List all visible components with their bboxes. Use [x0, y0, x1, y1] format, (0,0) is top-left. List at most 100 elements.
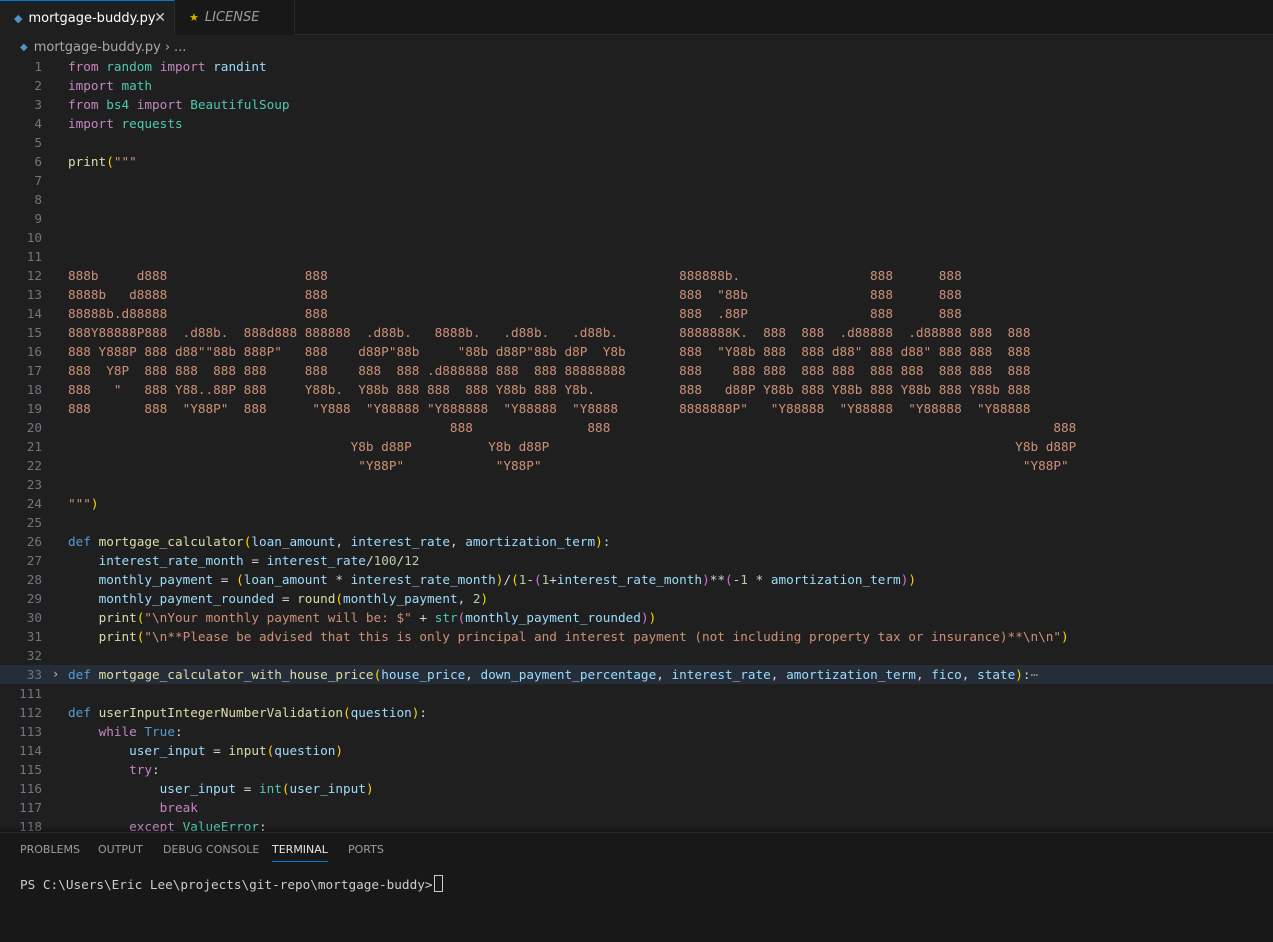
line-number: 9: [34, 211, 42, 226]
code-line[interactable]: 32: [0, 646, 1273, 665]
code-line[interactable]: 27 interest_rate_month = interest_rate/1…: [0, 551, 1273, 570]
code-line[interactable]: 5: [0, 133, 1273, 152]
line-number: 4: [34, 116, 42, 131]
code-text: while True:: [68, 722, 183, 741]
code-text: break: [68, 798, 198, 817]
line-number: 1: [34, 59, 42, 74]
code-line[interactable]: 15 888Y88888P888 .d88b. 888d888 888888 .d…: [0, 323, 1273, 342]
code-line[interactable]: 29 monthly_payment_rounded = round(month…: [0, 589, 1273, 608]
code-token: =: [236, 781, 259, 796]
code-line[interactable]: 8: [0, 190, 1273, 209]
code-line[interactable]: 10: [0, 228, 1273, 247]
code-line[interactable]: 6 print(""": [0, 152, 1273, 171]
tab-label: LICENSE: [204, 10, 260, 25]
code-token: /: [365, 553, 374, 568]
tab-mortgage-buddy[interactable]: ◆ mortgage-buddy.py ✕: [0, 0, 175, 35]
code-token: ): [648, 610, 657, 625]
code-line[interactable]: 111: [0, 684, 1273, 703]
code-token: "Y88P" "Y88P" "Y88P": [68, 458, 1069, 473]
code-line[interactable]: 11: [0, 247, 1273, 266]
code-line[interactable]: 12 888b d888 888 888888b. 888 888: [0, 266, 1273, 285]
fold-chevron-icon[interactable]: ›: [52, 665, 59, 684]
line-number: 2: [34, 78, 42, 93]
code-line[interactable]: 22 "Y88P" "Y88P" "Y88P": [0, 456, 1273, 475]
code-line[interactable]: 113 while True:: [0, 722, 1273, 741]
code-token: ): [640, 610, 649, 625]
code-token: 888 888 888: [68, 420, 1077, 435]
code-text: from random import randint: [68, 57, 267, 76]
code-token: /: [396, 553, 405, 568]
code-line[interactable]: 13 8888b d8888 888 888 "88b 888 888: [0, 285, 1273, 304]
tab-ports[interactable]: PORTS: [348, 843, 384, 856]
code-token: interest_rate: [671, 667, 771, 682]
tab-problems[interactable]: PROBLEMS: [20, 843, 80, 856]
code-token: ): [702, 572, 710, 587]
code-token: monthly_payment: [343, 591, 458, 606]
code-line[interactable]: 33 › def mortgage_calculator_with_house_pr…: [0, 665, 1273, 684]
code-text: 888Y88888P888 .d88b. 888d888 888888 .d88…: [68, 323, 1030, 342]
code-line[interactable]: 117 break: [0, 798, 1273, 817]
code-token: *: [747, 572, 771, 587]
code-line[interactable]: 14 88888b.d88888 888 888 .88P 888 888: [0, 304, 1273, 323]
terminal-cursor: [434, 875, 444, 892]
code-line[interactable]: 16 888 Y888P 888 d88""88b 888P" 888 d88P"…: [0, 342, 1273, 361]
code-text: 888 888 "Y88P" 888 "Y888 "Y88888 "Y88888…: [68, 399, 1030, 418]
code-token: 888 " 888 Y88..88P 888 Y88b. Y88b 888 88…: [68, 382, 1031, 397]
code-line[interactable]: 7: [0, 171, 1273, 190]
code-token: while: [98, 724, 137, 739]
code-line[interactable]: 3 from bs4 import BeautifulSoup: [0, 95, 1273, 114]
chevron-right-icon: ›: [164, 39, 171, 55]
close-icon[interactable]: ✕: [154, 10, 166, 26]
code-line[interactable]: 25: [0, 513, 1273, 532]
code-editor[interactable]: 1 from random import randint 2 import math 3…: [0, 57, 1273, 832]
code-text: print(""": [68, 152, 137, 171]
code-line[interactable]: 116 user_input = int(user_input): [0, 779, 1273, 798]
code-line[interactable]: 21 Y8b d88P Y8b d88P Y8b d88P: [0, 437, 1273, 456]
code-line[interactable]: 20 888 888 888: [0, 418, 1273, 437]
code-line[interactable]: 17 888 Y8P 888 888 888 888 888 888 888 .d…: [0, 361, 1273, 380]
line-number: 31: [26, 629, 42, 644]
code-line[interactable]: 18 888 " 888 Y88..88P 888 Y88b. Y88b 888 …: [0, 380, 1273, 399]
code-line[interactable]: 2 import math: [0, 76, 1273, 95]
code-token: math: [121, 78, 153, 93]
code-token: =: [205, 743, 229, 758]
code-line[interactable]: 19 888 888 "Y88P" 888 "Y888 "Y88888 "Y888…: [0, 399, 1273, 418]
code-token: def: [68, 667, 91, 682]
code-token: random: [106, 59, 153, 74]
tab-output[interactable]: OUTPUT: [98, 843, 143, 856]
breadcrumb-more[interactable]: ...: [174, 40, 186, 55]
code-token: state: [977, 667, 1016, 682]
code-token: ): [1061, 629, 1069, 644]
code-line[interactable]: 26 def mortgage_calculator(loan_amount, i…: [0, 532, 1273, 551]
code-line[interactable]: 9: [0, 209, 1273, 228]
tab-license[interactable]: ★ LICENSE: [175, 0, 295, 35]
code-text: 888 Y8P 888 888 888 888 888 888 888 .d88…: [68, 361, 1030, 380]
code-token: (: [236, 572, 244, 587]
line-number: 15: [26, 325, 42, 340]
code-token: loan_amount: [243, 572, 328, 587]
code-line[interactable]: 23: [0, 475, 1273, 494]
line-number: 17: [26, 363, 42, 378]
code-token: (: [534, 572, 542, 587]
code-token: monthly_payment_rounded: [98, 591, 275, 606]
code-token: **: [709, 572, 725, 587]
code-line[interactable]: 31 print("\n**Please be advised that thi…: [0, 627, 1273, 646]
code-line[interactable]: 24 """): [0, 494, 1273, 513]
breadcrumb-file[interactable]: mortgage-buddy.py: [34, 40, 161, 55]
code-line[interactable]: 114 user_input = input(question): [0, 741, 1273, 760]
code-line[interactable]: 115 try:: [0, 760, 1273, 779]
code-line[interactable]: 30 print("\nYour monthly payment will be…: [0, 608, 1273, 627]
code-token: 1: [740, 572, 748, 587]
code-line[interactable]: 28 monthly_payment = (loan_amount * inte…: [0, 570, 1273, 589]
code-line[interactable]: 1 from random import randint: [0, 57, 1273, 76]
line-number: 3: [34, 97, 42, 112]
code-line[interactable]: 4 import requests: [0, 114, 1273, 133]
code-line[interactable]: 112 def userInputIntegerNumberValidation(…: [0, 703, 1273, 722]
tab-debug-console[interactable]: DEBUG CONSOLE: [163, 843, 259, 856]
terminal-prompt[interactable]: PS C:\Users\Eric Lee\projects\git-repo\m…: [20, 875, 444, 892]
tab-terminal[interactable]: TERMINAL: [272, 843, 328, 862]
